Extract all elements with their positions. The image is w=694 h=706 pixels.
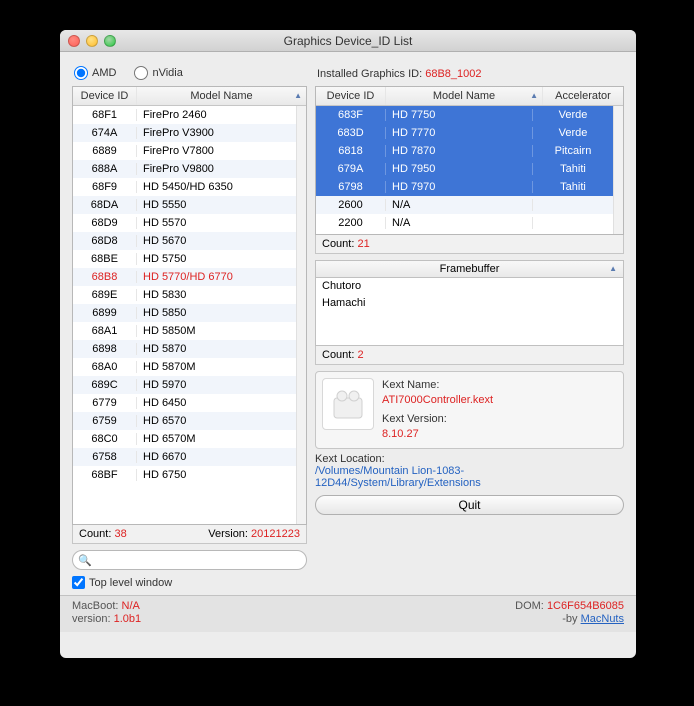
kext-location: /Volumes/Mountain Lion-1083-12D44/System… [315,465,624,489]
radio-nvidia[interactable]: nVidia [134,66,182,80]
table-row[interactable]: 68D9HD 5570 [73,214,296,232]
sort-asc-icon: ▲ [530,91,538,100]
accelerator-countbar: Count: 21 [315,235,624,254]
installed-graphics-value: 68B8_1002 [425,68,481,80]
devices-count: 38 [114,528,126,540]
kext-name: ATI7000Controller.kext [382,393,493,408]
table-row[interactable]: 683DHD 7770Verde [316,124,613,142]
footer-macboot: N/A [122,600,140,612]
list-item[interactable]: Chutoro [316,278,623,295]
table-row[interactable]: 6779HD 6450 [73,394,296,412]
kext-name-label: Kext Name: [382,378,493,393]
table-row[interactable]: 68A1HD 5850M [73,322,296,340]
table-row[interactable]: 68BEHD 5750 [73,250,296,268]
table-row[interactable]: 688AFirePro V9800 [73,160,296,178]
table-row[interactable]: 68F9HD 5450/HD 6350 [73,178,296,196]
col-model-name[interactable]: Model Name▲ [137,87,306,105]
table-row[interactable]: 6798HD 7970Tahiti [316,178,613,196]
radio-amd-label: AMD [92,67,116,79]
close-button[interactable] [68,35,80,47]
table-row[interactable]: 689CHD 5970 [73,376,296,394]
table-row[interactable]: 68D8HD 5670 [73,232,296,250]
zoom-button[interactable] [104,35,116,47]
devices-version: 20121223 [251,528,300,540]
search-input[interactable] [72,550,307,570]
footer-author-link[interactable]: MacNuts [581,613,624,625]
installed-graphics: Installed Graphics ID: 68B8_1002 [317,68,624,80]
col-device-id-r[interactable]: Device ID [316,87,386,105]
table-row[interactable]: 679AHD 7950Tahiti [316,160,613,178]
table-row[interactable]: 683FHD 7750Verde [316,106,613,124]
framebuffer-countbar: Count: 2 [315,346,624,365]
footer-version: 1.0b1 [114,613,142,625]
devices-table-body[interactable]: 68F1FirePro 2460674AFirePro V39006889Fir… [73,106,296,524]
table-row[interactable]: 68B8HD 5770/HD 6770 [73,268,296,286]
table-row[interactable]: 6818HD 7870Pitcairn [316,142,613,160]
table-row[interactable]: 689EHD 5830 [73,286,296,304]
col-model-name-r[interactable]: Model Name▲ [386,87,543,105]
framebuffer-header[interactable]: Framebuffer▲ [315,260,624,278]
quit-button[interactable]: Quit [315,495,624,515]
kext-version: 8.10.27 [382,427,493,442]
kext-location-label: Kext Location: [315,453,624,465]
table-row[interactable]: 68F1FirePro 2460 [73,106,296,124]
table-row[interactable]: 6899HD 5850 [73,304,296,322]
footer-dom: 1C6F654B6085 [547,600,624,612]
list-item[interactable]: Hamachi [316,295,623,312]
kext-icon [322,378,374,430]
top-level-checkbox[interactable]: Top level window [72,576,307,589]
minimize-button[interactable] [86,35,98,47]
table-row[interactable]: 68DAHD 5550 [73,196,296,214]
app-window: Graphics Device_ID List AMD nVidia Devic… [60,30,636,658]
top-level-label: Top level window [89,577,172,589]
table-row[interactable]: 2200N/A [316,214,613,232]
table-row[interactable]: 6898HD 5870 [73,340,296,358]
table-row[interactable]: 674AFirePro V3900 [73,124,296,142]
scrollbar[interactable] [296,106,306,524]
framebuffer-list[interactable]: ChutoroHamachi [315,278,624,346]
table-row[interactable]: 6759HD 6570 [73,412,296,430]
kext-version-label: Kext Version: [382,412,493,427]
framebuffer-count: 2 [357,349,363,361]
window-title: Graphics Device_ID List [60,34,636,48]
accelerator-table: Device ID Model Name▲ Accelerator 683FHD… [315,86,624,235]
search-icon: 🔍 [78,554,92,567]
sort-asc-icon: ▲ [609,264,617,273]
kext-box: Kext Name: ATI7000Controller.kext Kext V… [315,371,624,449]
col-accelerator[interactable]: Accelerator [543,87,623,105]
titlebar: Graphics Device_ID List [60,30,636,52]
devices-table: Device ID Model Name▲ 68F1FirePro 246067… [72,86,307,525]
table-row[interactable]: 6758HD 6670 [73,448,296,466]
scrollbar[interactable] [613,106,623,234]
radio-amd[interactable]: AMD [74,66,116,80]
accelerator-count: 21 [357,238,369,250]
table-row[interactable]: 68C0HD 6570M [73,430,296,448]
table-row[interactable]: 68A0HD 5870M [73,358,296,376]
radio-nvidia-label: nVidia [152,67,182,79]
accelerator-table-body[interactable]: 683FHD 7750Verde683DHD 7770Verde6818HD 7… [316,106,613,234]
sort-asc-icon: ▲ [294,91,302,100]
devices-countbar: Count: 38 Version: 20121223 [72,525,307,544]
table-row[interactable]: 6889FirePro V7800 [73,142,296,160]
footer: MacBoot: N/A version: 1.0b1 DOM: 1C6F654… [60,595,636,632]
table-row[interactable]: 68BFHD 6750 [73,466,296,484]
col-device-id[interactable]: Device ID [73,87,137,105]
table-row[interactable]: 2600N/A [316,196,613,214]
